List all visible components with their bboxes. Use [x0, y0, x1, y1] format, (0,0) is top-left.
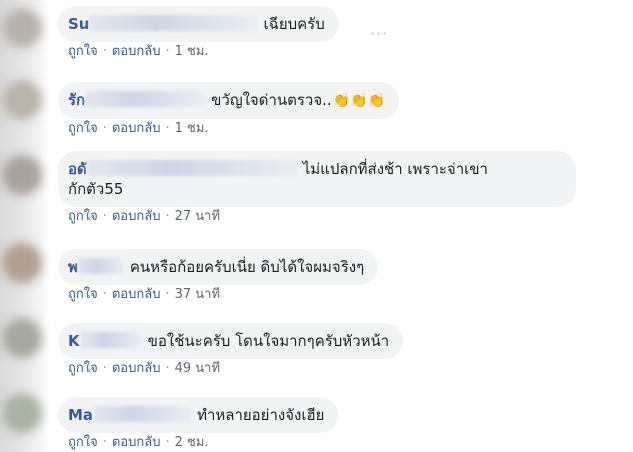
comment-actions: ถูกใจ · ตอบกลับ · 1 ชม. — [68, 44, 209, 59]
comment-text-line-2: กักตัว55 — [68, 180, 124, 198]
reply-link[interactable]: ตอบกลับ — [112, 44, 161, 59]
timestamp[interactable]: 27 นาที — [175, 209, 220, 224]
like-link[interactable]: ถูกใจ — [68, 435, 98, 450]
avatar-column — [0, 0, 50, 452]
comment-actions: ถูกใจ · ตอบกลับ · 2 ชม. — [68, 435, 209, 450]
comment-bubble: K ขอใช้นะครับ โดนใจมากๆครับหัวหน้า — [58, 323, 404, 359]
commenter-name[interactable]: พ — [68, 258, 78, 276]
comment-text: ไม่แปลกที่ส่งช้า เพราะจ่าเขา — [302, 160, 488, 178]
redacted-name — [89, 15, 258, 31]
comment-actions: ถูกใจ · ตอบกลับ · 27 นาที — [68, 209, 221, 224]
reply-link[interactable]: ตอบกลับ — [112, 435, 161, 450]
commenter-name[interactable]: Ma — [68, 406, 93, 424]
comment-bubble: Su เฉียบครับ — [58, 6, 339, 42]
comment-actions: ถูกใจ · ตอบกลับ · 49 นาที — [68, 361, 221, 376]
avatar[interactable] — [2, 243, 42, 283]
redacted-name — [93, 406, 192, 422]
reply-link[interactable]: ตอบกลับ — [112, 287, 161, 302]
redacted-name — [77, 258, 124, 274]
comment-text: คนหรือก้อยครับเนี่ย ดิบได้ใจผมจริงๆ — [129, 258, 365, 276]
redacted-name — [86, 160, 297, 176]
comment-bubble: Ma ทำหลายอย่างจังเฮีย — [58, 397, 339, 433]
comment: อดั ไม่แปลกที่ส่งช้า เพราะจ่าเขา กักตัว55… — [58, 151, 576, 225]
redacted-name — [85, 91, 206, 107]
comment-text: ทำหลายอย่างจังเฮีย — [197, 406, 325, 424]
commenter-name[interactable]: อดั — [68, 160, 87, 178]
comment: K ขอใช้นะครับ โดนใจมากๆครับหัวหน้า ถูกใจ ·… — [58, 323, 404, 377]
timestamp[interactable]: 49 นาที — [175, 361, 220, 376]
reply-link[interactable]: ตอบกลับ — [112, 121, 161, 136]
comment-bubble: พ คนหรือก้อยครับเนี่ย ดิบได้ใจผมจริงๆ — [58, 249, 379, 285]
comment: พ คนหรือก้อยครับเนี่ย ดิบได้ใจผมจริงๆ ถูก… — [58, 249, 379, 303]
avatar[interactable] — [2, 80, 42, 120]
avatar[interactable] — [2, 155, 42, 195]
comment-bubble: รัก ขวัญใจด่านตรวจ..👏👏👏 — [58, 82, 399, 119]
avatar[interactable] — [2, 393, 42, 433]
timestamp[interactable]: 37 นาที — [175, 287, 220, 302]
more-options-icon[interactable]: ··· — [370, 24, 388, 43]
redacted-name — [79, 332, 142, 348]
commenter-name[interactable]: K — [68, 332, 80, 350]
comment-text: เฉียบครับ — [263, 15, 325, 33]
timestamp[interactable]: 1 ชม. — [175, 44, 209, 59]
comment-text: ขอใช้นะครับ โดนใจมากๆครับหัวหน้า — [147, 332, 390, 350]
like-link[interactable]: ถูกใจ — [68, 361, 98, 376]
commenter-name[interactable]: Su — [68, 15, 89, 33]
clapping-hands-icon: 👏👏👏 — [332, 93, 385, 109]
comment: Su เฉียบครับ ··· ถูกใจ · ตอบกลับ · 1 ชม. — [58, 6, 387, 60]
comment: รัก ขวัญใจด่านตรวจ..👏👏👏 ถูกใจ · ตอบกลับ · 1 ช… — [58, 82, 399, 137]
avatar[interactable] — [2, 8, 42, 48]
comment-actions: ถูกใจ · ตอบกลับ · 37 นาที — [68, 287, 221, 302]
like-link[interactable]: ถูกใจ — [68, 287, 98, 302]
timestamp[interactable]: 2 ชม. — [175, 435, 209, 450]
comment-actions: ถูกใจ · ตอบกลับ · 1 ชม. — [68, 121, 209, 136]
commenter-name[interactable]: รัก — [68, 91, 85, 109]
comment-text: ขวัญใจด่านตรวจ.. — [211, 91, 332, 109]
avatar[interactable] — [2, 318, 42, 358]
timestamp[interactable]: 1 ชม. — [175, 121, 209, 136]
like-link[interactable]: ถูกใจ — [68, 44, 98, 59]
like-link[interactable]: ถูกใจ — [68, 121, 98, 136]
reply-link[interactable]: ตอบกลับ — [112, 361, 161, 376]
like-link[interactable]: ถูกใจ — [68, 209, 98, 224]
reply-link[interactable]: ตอบกลับ — [112, 209, 161, 224]
comment: Ma ทำหลายอย่างจังเฮีย ถูกใจ · ตอบกลับ · 2 ชม. — [58, 397, 339, 451]
comment-bubble: อดั ไม่แปลกที่ส่งช้า เพราะจ่าเขา กักตัว55 — [58, 151, 576, 207]
